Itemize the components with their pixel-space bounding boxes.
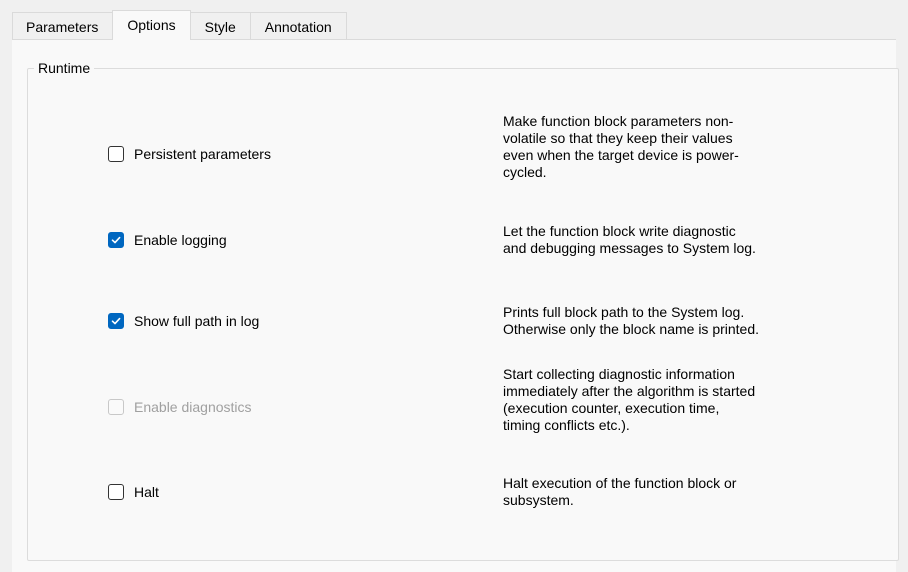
persistent-parameters-checkbox[interactable] xyxy=(108,146,124,162)
enable-logging-label[interactable]: Enable logging xyxy=(134,232,227,248)
description-line: even when the target device is power- xyxy=(503,147,739,163)
checkmark-icon xyxy=(111,317,121,325)
description-line: Make function block parameters non- xyxy=(503,113,734,129)
description-line: subsystem. xyxy=(503,492,574,508)
description-line: Start collecting diagnostic information xyxy=(503,366,735,382)
enable-logging-checkbox[interactable] xyxy=(108,232,124,248)
show-full-path-description: Prints full block path to the System log… xyxy=(503,304,843,338)
description-line: (execution counter, execution time, xyxy=(503,400,720,416)
tab-style[interactable]: Style xyxy=(189,12,251,40)
enable-diagnostics-label: Enable diagnostics xyxy=(134,399,252,415)
tab-annotation[interactable]: Annotation xyxy=(249,12,347,40)
description-line: immediately after the algorithm is start… xyxy=(503,383,756,399)
description-line: volatile so that they keep their values xyxy=(503,130,733,146)
halt-checkbox[interactable] xyxy=(108,484,124,500)
tab-options[interactable]: Options xyxy=(112,10,191,40)
tab-parameters[interactable]: Parameters xyxy=(12,12,114,40)
show-full-path-checkbox[interactable] xyxy=(108,313,124,329)
runtime-group-title: Runtime xyxy=(34,60,95,76)
tab-bar: Parameters Options Style Annotation xyxy=(12,10,347,40)
show-full-path-label[interactable]: Show full path in log xyxy=(134,313,259,329)
dialog: Parameters Options Style Annotation Runt… xyxy=(0,0,908,572)
enable-diagnostics-option: Enable diagnostics xyxy=(108,397,252,417)
halt-description: Halt execution of the function block or … xyxy=(503,475,843,509)
enable-diagnostics-description: Start collecting diagnostic information … xyxy=(503,366,843,434)
description-line: and debugging messages to System log. xyxy=(503,240,756,256)
description-line: Otherwise only the block name is printed… xyxy=(503,321,760,337)
description-line: Prints full block path to the System log… xyxy=(503,304,745,320)
persistent-parameters-description: Make function block parameters non- vola… xyxy=(503,113,843,181)
description-line: Halt execution of the function block or xyxy=(503,475,737,491)
persistent-parameters-option[interactable]: Persistent parameters xyxy=(108,144,271,164)
show-full-path-option[interactable]: Show full path in log xyxy=(108,311,259,331)
enable-logging-option[interactable]: Enable logging xyxy=(108,230,227,250)
enable-logging-description: Let the function block write diagnostic … xyxy=(503,223,843,257)
enable-diagnostics-checkbox xyxy=(108,399,124,415)
description-line: Let the function block write diagnostic xyxy=(503,223,736,239)
checkmark-icon xyxy=(111,236,121,244)
description-line: cycled. xyxy=(503,164,547,180)
halt-option[interactable]: Halt xyxy=(108,482,159,502)
persistent-parameters-label[interactable]: Persistent parameters xyxy=(134,146,271,162)
halt-label[interactable]: Halt xyxy=(134,484,159,500)
description-line: timing conflicts etc.). xyxy=(503,417,630,433)
